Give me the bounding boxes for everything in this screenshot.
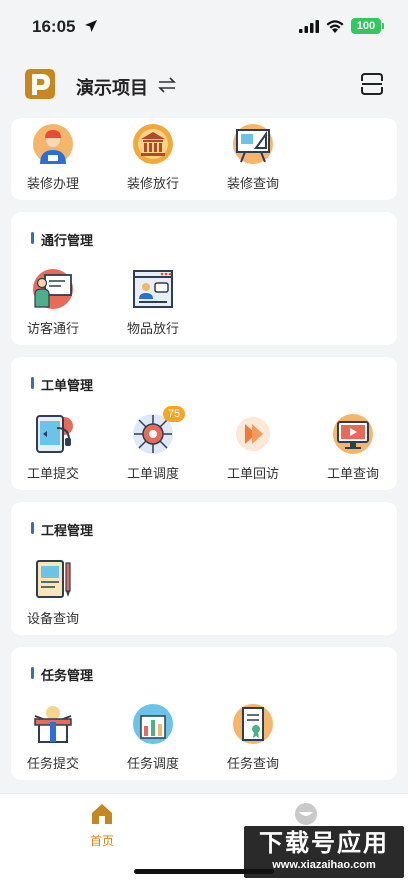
- menu-item-visitor-access[interactable]: 访客通行: [13, 267, 93, 337]
- menu-item-equipment-query[interactable]: 设备查询: [13, 557, 93, 627]
- menu-item-label: 装修放行: [126, 177, 179, 192]
- location-arrow-icon: [85, 20, 97, 32]
- bank-icon: [133, 124, 173, 164]
- menu-item-renovation-query[interactable]: 装修查询: [213, 122, 293, 192]
- menu-item-task-submit[interactable]: 任务提交: [13, 702, 93, 772]
- menu-item-label: 任务查询: [226, 757, 279, 772]
- count-badge: 75: [163, 406, 185, 422]
- menu-item-label: 访客通行: [26, 322, 79, 337]
- signal-icon: [299, 20, 319, 33]
- app-logo-icon: [25, 69, 55, 99]
- tab-home-label: 首页: [89, 834, 114, 848]
- status-bar: 16:05 100: [0, 0, 408, 52]
- renovation-card: 装修办理 装修放行 装修查询: [11, 118, 397, 200]
- menu-item-renovation-apply[interactable]: 装修办理: [13, 122, 93, 192]
- task-card: 任务管理 任务提交 任务调度 任务查询: [11, 647, 397, 780]
- bar-chart-icon: [133, 704, 173, 744]
- section-title: 工单管理: [31, 375, 93, 394]
- worker-icon: [33, 124, 73, 164]
- engineering-card: 工程管理 设备查询: [11, 502, 397, 635]
- tab-profile[interactable]: [266, 802, 346, 826]
- menu-item-renovation-release[interactable]: 装修放行: [113, 122, 193, 192]
- battery-tip: [382, 23, 384, 29]
- menu-item-label: 物品放行: [126, 322, 179, 337]
- access-card: 通行管理 访客通行 物品放行: [11, 212, 397, 345]
- home-indicator: [134, 869, 274, 874]
- tablet-headset-icon: [36, 415, 73, 453]
- scroll-icon: [233, 704, 273, 744]
- app-header: 演示项目: [0, 56, 408, 116]
- menu-item-workorder-dispatch[interactable]: 75 工单调度: [113, 406, 193, 482]
- notepad-pen-icon: [36, 560, 71, 598]
- menu-item-label: 工单调度: [126, 467, 179, 482]
- monitor-icon: [333, 414, 373, 454]
- tab-home[interactable]: 首页: [62, 802, 142, 849]
- play-forward-icon: [236, 417, 270, 451]
- menu-item-label: 任务调度: [126, 757, 179, 772]
- visitor-icon: [33, 269, 73, 309]
- menu-item-label: 工单提交: [26, 467, 79, 482]
- wifi-icon: [326, 20, 344, 33]
- status-time: 16:05: [32, 17, 76, 36]
- menu-item-label: 设备查询: [26, 612, 79, 627]
- window-icon: [133, 270, 173, 308]
- watermark-main: 下载号应用: [259, 829, 389, 857]
- profile-icon: [295, 803, 317, 825]
- blueprint-icon: [233, 124, 273, 164]
- menu-item-label: 工单查询: [326, 467, 379, 482]
- menu-item-label: 装修查询: [226, 177, 279, 192]
- switch-project-icon[interactable]: [157, 76, 177, 94]
- menu-item-label: 工单回访: [226, 467, 279, 482]
- project-name[interactable]: 演示项目: [76, 74, 148, 100]
- home-icon: [92, 804, 112, 824]
- menu-item-workorder-submit[interactable]: 工单提交: [13, 412, 93, 482]
- workorder-card: 工单管理 工单提交 75 工单调度 工单回访 工单查询: [11, 357, 397, 490]
- section-title: 通行管理: [31, 230, 93, 249]
- menu-item-task-dispatch[interactable]: 任务调度: [113, 702, 193, 772]
- menu-item-label: 装修办理: [26, 177, 79, 192]
- section-title: 工程管理: [31, 520, 93, 539]
- section-title: 任务管理: [31, 665, 93, 684]
- menu-item-goods-release[interactable]: 物品放行: [113, 267, 193, 337]
- gift-box-icon: [34, 706, 72, 743]
- battery-indicator: 100: [351, 18, 381, 34]
- menu-item-workorder-query[interactable]: 工单查询: [313, 412, 393, 482]
- scan-icon[interactable]: [361, 73, 383, 95]
- menu-item-workorder-revisit[interactable]: 工单回访: [213, 412, 293, 482]
- menu-item-task-query[interactable]: 任务查询: [213, 702, 293, 772]
- menu-item-label: 任务提交: [26, 757, 79, 772]
